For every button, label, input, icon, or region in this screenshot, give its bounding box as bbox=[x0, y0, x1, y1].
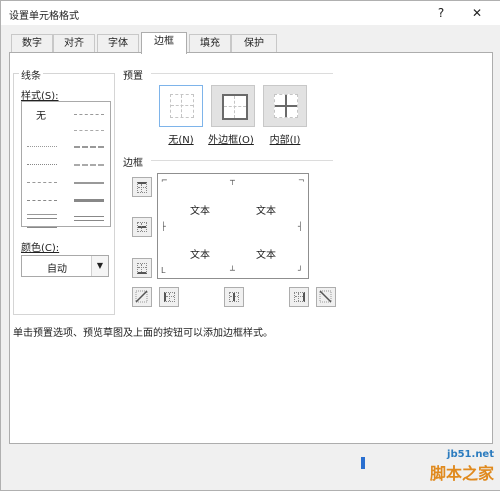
border-diagonal-down-button[interactable] bbox=[316, 287, 336, 307]
border-bottom-icon bbox=[137, 263, 147, 274]
preset-outline-label: 外边框(O) bbox=[208, 135, 254, 146]
presets-separator bbox=[151, 73, 333, 74]
preview-corner-mark: ┤ bbox=[298, 222, 303, 231]
border-top-button[interactable] bbox=[132, 177, 152, 197]
title-bar[interactable]: 设置单元格格式 ? ✕ bbox=[1, 1, 500, 25]
border-left-icon bbox=[164, 292, 175, 302]
ok-button-edge[interactable] bbox=[361, 457, 365, 469]
line-style-double[interactable] bbox=[74, 216, 104, 221]
border-inside-horizontal-icon bbox=[137, 222, 147, 232]
preview-corner-mark: ⌐ bbox=[161, 176, 168, 185]
hint-text: 单击预置选项、预览草图及上面的按钮可以添加边框样式。 bbox=[13, 328, 273, 339]
chevron-down-icon[interactable]: ▼ bbox=[91, 256, 108, 276]
preview-text: 文本 bbox=[256, 250, 276, 261]
preview-text: 文本 bbox=[256, 206, 276, 217]
line-style-thin[interactable] bbox=[27, 214, 57, 215]
line-style-slanted-dash-dot[interactable] bbox=[74, 130, 104, 131]
border-left-button[interactable] bbox=[159, 287, 179, 307]
preset-inside-label: 内部(I) bbox=[269, 135, 301, 146]
preview-corner-mark: ┬ bbox=[230, 176, 235, 185]
format-cells-dialog: 设置单元格格式 ? ✕ 数字 对齐 字体 边框 填充 保护 线条 样式(S): … bbox=[0, 0, 500, 491]
preview-corner-mark: ┴ bbox=[230, 266, 235, 275]
preview-corner-mark: ├ bbox=[161, 222, 166, 231]
preset-none-button[interactable] bbox=[159, 85, 203, 127]
line-style-medium-dashed[interactable] bbox=[74, 164, 104, 166]
preset-inside-button[interactable] bbox=[263, 85, 307, 127]
tab-font[interactable]: 字体 bbox=[97, 34, 139, 53]
style-label: 样式(S): bbox=[21, 91, 59, 102]
preview-text: 文本 bbox=[190, 206, 210, 217]
line-style-hair[interactable] bbox=[27, 146, 57, 147]
presets-label: 预置 bbox=[123, 71, 143, 82]
color-label: 颜色(C): bbox=[21, 243, 60, 254]
close-icon[interactable]: ✕ bbox=[465, 3, 489, 23]
dialog-title: 设置单元格格式 bbox=[9, 11, 79, 22]
line-style-list[interactable]: 无 bbox=[21, 101, 111, 228]
tab-alignment[interactable]: 对齐 bbox=[53, 34, 95, 53]
border-bottom-button[interactable] bbox=[132, 258, 152, 278]
diagonal-down-icon bbox=[319, 290, 332, 303]
watermark-url: jb51.net bbox=[447, 449, 494, 460]
preview-text: 文本 bbox=[190, 250, 210, 261]
diagonal-up-icon bbox=[135, 290, 148, 303]
border-diagonal-up-button[interactable] bbox=[132, 287, 152, 307]
tab-border[interactable]: 边框 bbox=[141, 32, 187, 54]
border-preview-area[interactable]: ⌐ ┬ ¬ ├ ┤ L ┴ ┘ 文本 文本 文本 文本 bbox=[157, 173, 309, 279]
line-style-thick[interactable] bbox=[74, 199, 104, 202]
border-inside-vertical-icon bbox=[229, 292, 239, 302]
line-style-selected-thin[interactable] bbox=[27, 218, 57, 228]
color-dropdown[interactable]: 自动 ▼ bbox=[21, 255, 109, 277]
tab-fill[interactable]: 填充 bbox=[189, 34, 231, 53]
line-style-dotted[interactable] bbox=[27, 164, 57, 165]
line-style-medium[interactable] bbox=[74, 182, 104, 184]
preview-corner-mark: ┘ bbox=[298, 266, 303, 275]
preview-corner-mark: L bbox=[161, 266, 166, 275]
preset-outline-button[interactable] bbox=[211, 85, 255, 127]
preset-outline-icon bbox=[222, 94, 248, 120]
watermark: jb51.net 脚本之家 bbox=[430, 449, 494, 484]
color-value: 自动 bbox=[47, 264, 67, 275]
preset-none-icon bbox=[170, 94, 194, 118]
tab-protection[interactable]: 保护 bbox=[231, 34, 277, 53]
line-style-dash-dot[interactable] bbox=[27, 200, 57, 201]
border-separator bbox=[151, 160, 333, 161]
border-right-icon bbox=[294, 292, 305, 302]
border-inside-horizontal-button[interactable] bbox=[132, 217, 152, 237]
line-style-none[interactable]: 无 bbox=[36, 107, 46, 122]
line-style-medium-dash-dot[interactable] bbox=[74, 146, 104, 148]
preview-corner-mark: ¬ bbox=[298, 176, 305, 185]
border-inside-vertical-button[interactable] bbox=[224, 287, 244, 307]
border-top-icon bbox=[137, 182, 147, 193]
preset-inside-icon bbox=[274, 94, 298, 118]
border-right-button[interactable] bbox=[289, 287, 309, 307]
line-style-medium-dash-dot-dot[interactable] bbox=[74, 114, 104, 115]
line-style-dash-dot-dot[interactable] bbox=[27, 182, 57, 183]
watermark-logo-text: 脚本之家 bbox=[429, 464, 494, 483]
line-group-label: 线条 bbox=[19, 67, 43, 82]
help-icon[interactable]: ? bbox=[429, 3, 453, 23]
border-label: 边框 bbox=[123, 158, 143, 169]
tab-number[interactable]: 数字 bbox=[11, 34, 53, 53]
